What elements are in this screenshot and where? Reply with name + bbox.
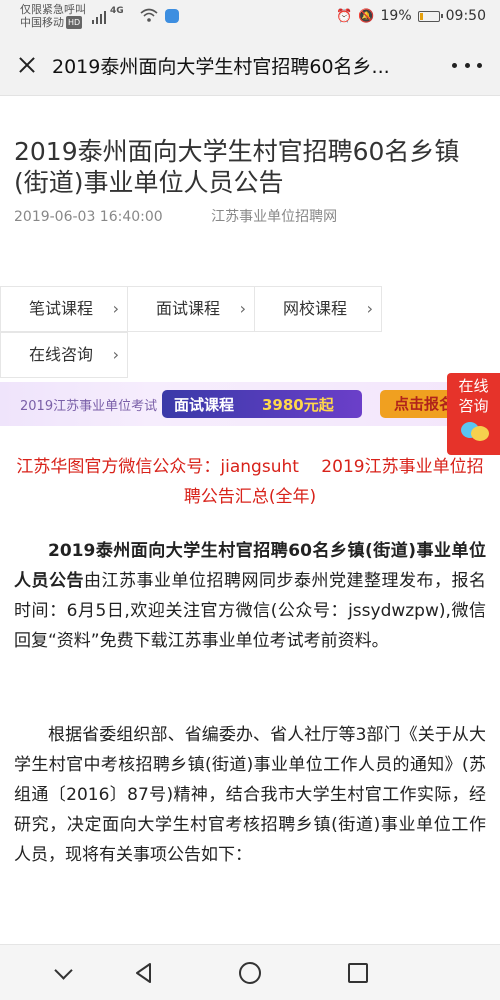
page-title: 2019泰州面向大学生村官招聘60名乡...: [52, 56, 390, 78]
article-datetime: 2019-06-03 16:40:00: [14, 209, 163, 225]
course-label: 笔试课程: [29, 299, 94, 318]
battery-icon: [417, 10, 443, 22]
course-label: 在线咨询: [29, 345, 94, 364]
paragraph-intro-rest: 由江苏事业单位招聘网同步泰州党建整理发布，报名时间：6月5日,欢迎关注官方微信(…: [14, 571, 486, 651]
recents-icon[interactable]: [344, 959, 372, 987]
article-source[interactable]: 江苏事业单位招聘网: [211, 209, 337, 225]
back-icon[interactable]: [130, 959, 158, 987]
course-interview[interactable]: 面试课程 ›: [127, 286, 255, 332]
promo-link[interactable]: 江苏华图官方微信公众号：jiangsuht 2019江苏事业单位招聘公告汇总(全…: [10, 452, 490, 512]
consult-line1: 在线: [458, 377, 489, 395]
banner-pill-text: 面试课程: [174, 396, 235, 414]
course-label: 面试课程: [156, 299, 221, 318]
status-right: ⏰ 🔕 19% 09:50: [336, 8, 486, 24]
article-meta: 2019-06-03 16:40:00 江苏事业单位招聘网: [14, 206, 337, 226]
paragraph-intro: 2019泰州面向大学生村官招聘60名乡镇(街道)事业单位人员公告由江苏事业单位招…: [14, 536, 486, 656]
paragraph-body: 根据省委组织部、省编委办、省人社厅等3部门《关于从大学生村官中考核招聘乡镇(街道…: [14, 725, 486, 865]
network-type: 4G: [110, 6, 124, 16]
more-icon[interactable]: [452, 58, 482, 72]
chevron-right-icon: ›: [366, 299, 373, 318]
banner-price: 3980元起: [262, 396, 334, 414]
app-notification-icon: [165, 9, 179, 23]
banner-left-text: 2019江苏事业单位考试: [20, 399, 158, 414]
banner-course-pill: 面试课程 3980元起: [162, 390, 362, 418]
online-consult-button[interactable]: 在线 咨询: [447, 373, 500, 455]
course-written[interactable]: 笔试课程 ›: [0, 286, 128, 332]
wifi-icon: [140, 8, 158, 22]
mute-icon: 🔕: [358, 8, 375, 24]
chevron-right-icon: ›: [239, 299, 246, 318]
battery-percent: 19%: [380, 8, 412, 24]
status-bar: 仅限紧急呼叫 中国移动 HD 4G ⏰ 🔕 19% 09:50: [0, 0, 500, 34]
course-online-school[interactable]: 网校课程 ›: [254, 286, 382, 332]
system-nav-bar: [0, 944, 500, 1000]
alarm-icon: ⏰: [336, 8, 353, 24]
carrier-line1: 仅限紧急呼叫: [20, 3, 86, 16]
course-consult[interactable]: 在线咨询 ›: [0, 332, 128, 378]
chevron-down-icon[interactable]: [50, 959, 78, 987]
clock: 09:50: [445, 8, 486, 24]
consult-line2: 咨询: [458, 397, 489, 415]
chevron-right-icon: ›: [112, 345, 119, 364]
title-bar: 2019泰州面向大学生村官招聘60名乡...: [0, 34, 500, 96]
carrier-info: 仅限紧急呼叫 中国移动 HD: [20, 3, 86, 29]
promo-banner[interactable]: 2019江苏事业单位考试 面试课程 3980元起 点击报名: [0, 382, 500, 426]
hd-badge: HD: [66, 16, 83, 29]
chat-bubbles-icon: [459, 420, 489, 442]
article-title: 2019泰州面向大学生村官招聘60名乡镇(街道)事业单位人员公告: [14, 137, 460, 197]
close-icon[interactable]: [10, 48, 44, 82]
course-label: 网校课程: [283, 299, 348, 318]
home-icon[interactable]: [236, 959, 264, 987]
chevron-right-icon: ›: [112, 299, 119, 318]
carrier-line2: 中国移动: [20, 16, 64, 29]
